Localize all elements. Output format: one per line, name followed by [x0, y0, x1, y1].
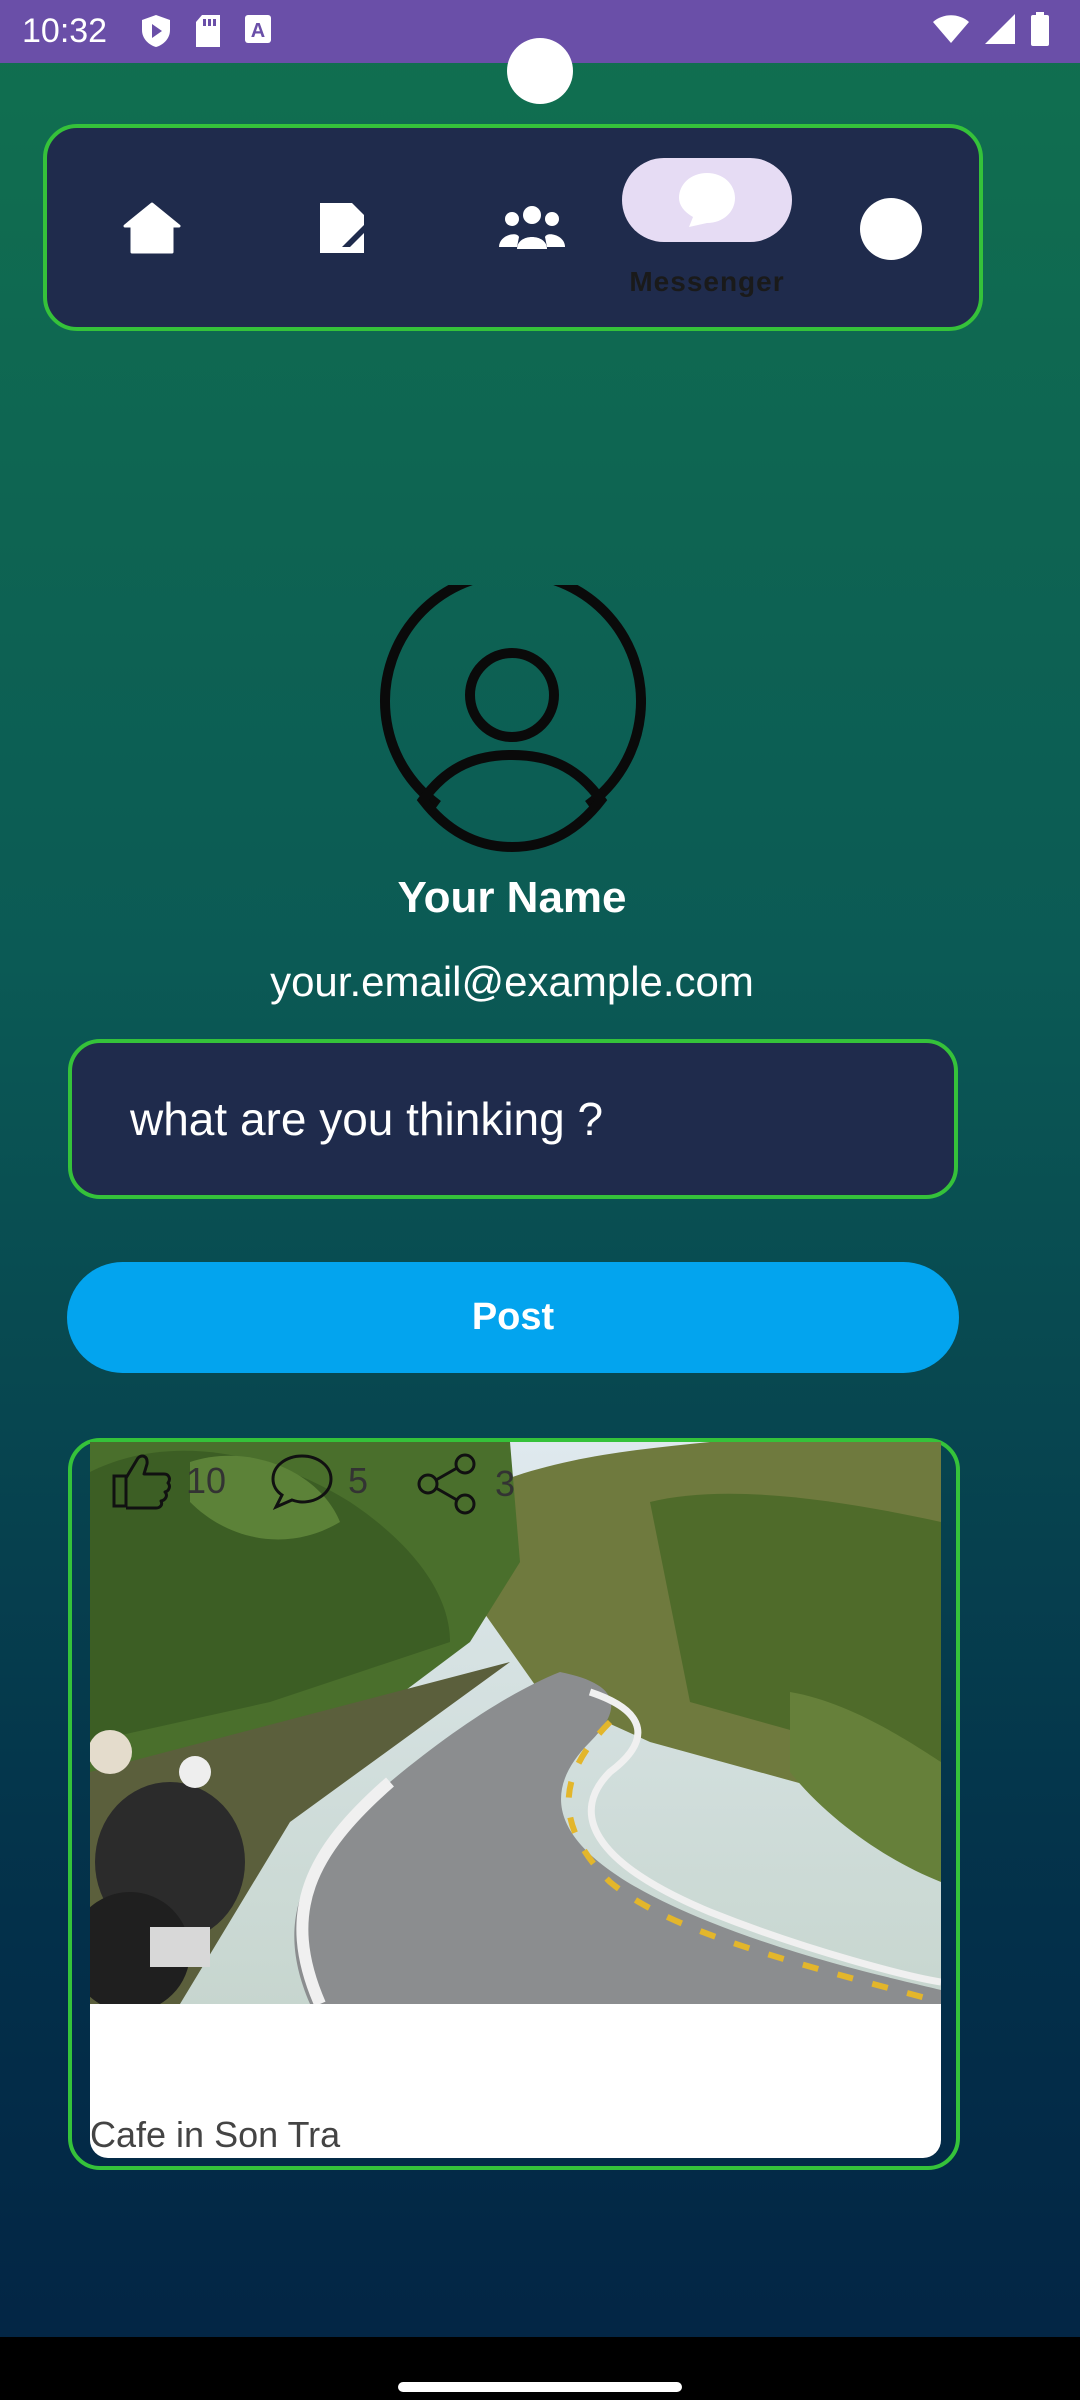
camera-cutout [507, 38, 573, 104]
avatar-placeholder-icon [380, 585, 646, 853]
like-button[interactable]: 10 [110, 1452, 226, 1510]
shield-play-icon [142, 15, 170, 47]
wifi-icon [933, 15, 969, 43]
status-time: 10:32 [22, 12, 108, 50]
like-count: 10 [186, 1460, 227, 1501]
nav-home-button[interactable] [102, 128, 202, 327]
post-card: 10 5 3 Cafe in Son Tra [68, 1438, 960, 2170]
comment-count: 5 [348, 1460, 369, 1501]
nav-documents-button[interactable] [292, 128, 392, 327]
nav-messenger-button[interactable] [622, 158, 792, 242]
sd-card-icon [196, 15, 220, 47]
status-right-icons [932, 12, 1050, 46]
nav-profile-button[interactable] [860, 198, 922, 260]
document-icon [320, 202, 366, 253]
chat-bubble-icon [679, 173, 735, 227]
composer-text: what are you thinking ? [130, 1093, 604, 1145]
profile-email: your.email@example.com [270, 958, 754, 1005]
comment-button[interactable]: 5 [270, 1452, 368, 1510]
share-button[interactable]: 3 [415, 1452, 515, 1516]
signal-icon [985, 14, 1015, 44]
home-gesture-handle[interactable] [398, 2382, 682, 2392]
keyboard-a-icon: A [245, 15, 271, 43]
comment-bubble-icon [271, 1454, 333, 1510]
share-icon [417, 1453, 476, 1515]
post-composer-input[interactable]: what are you thinking ? [68, 1039, 958, 1199]
nav-groups-button[interactable] [472, 128, 592, 327]
post-caption: Cafe in Son Tra [90, 2114, 341, 2155]
thumbs-up-icon [112, 1454, 171, 1510]
profile-name: Your Name [397, 873, 627, 922]
top-nav: Messenger [43, 124, 983, 331]
home-icon [123, 202, 181, 253]
group-icon [499, 205, 565, 249]
svg-text:A: A [251, 20, 265, 42]
share-count: 3 [495, 1463, 516, 1504]
battery-icon [1031, 12, 1049, 46]
post-image[interactable] [90, 1442, 941, 2004]
nav-messenger-label: Messenger [629, 266, 785, 297]
status-left-icons: A [140, 14, 272, 48]
post-button[interactable]: Post [67, 1262, 959, 1373]
post-card-inner: 10 5 3 Cafe in Son Tra [90, 1442, 941, 2158]
